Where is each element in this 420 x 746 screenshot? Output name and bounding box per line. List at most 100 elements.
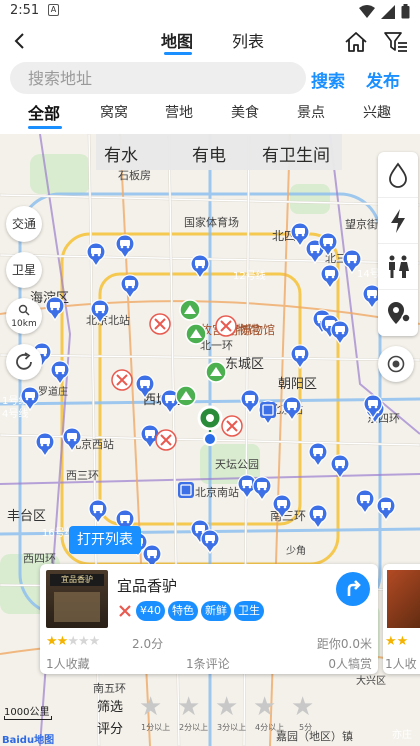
camp-marker[interactable] [190,254,210,280]
camp-marker[interactable] [330,320,350,346]
next-poi-card[interactable]: ★★ 1人收 [383,564,420,674]
tab-list[interactable]: 列表 [232,28,264,52]
camp-marker[interactable] [252,476,272,502]
food-marker[interactable] [155,429,177,451]
electric-filter-button[interactable] [378,198,418,244]
camp-marker[interactable] [240,389,260,415]
locate-icon [387,355,405,373]
clock: 2:51 [10,3,40,18]
top-nav: 地图 列表 [0,24,420,60]
camp-marker[interactable] [376,496,396,522]
search-input[interactable] [10,62,306,94]
tab-map[interactable]: 地图 [161,28,193,52]
food-marker[interactable] [215,315,237,337]
zoom-scale-label: 10km [11,319,37,329]
rating-star-5-label: 5分 [299,723,313,732]
campsite-marker[interactable] [185,323,207,345]
food-marker[interactable] [149,313,171,335]
publish-button[interactable]: 发布 [366,67,400,92]
toilet-filter-button[interactable] [378,244,418,290]
camp-marker[interactable] [50,360,70,386]
rating-star-2[interactable]: ★ [177,692,200,722]
locate-me-button[interactable] [378,346,414,382]
camp-marker[interactable] [120,274,140,300]
category-wowo[interactable]: 窝窝 [100,102,128,122]
map-scale-bar [4,716,52,720]
rating-star-1-label: 1分以上 [141,723,171,732]
campsite-marker[interactable] [205,361,227,383]
home-icon[interactable] [342,28,370,56]
water-filter-button[interactable] [378,152,418,198]
poi-comment-count: 1条评论 [186,657,230,671]
poi-rating-stars: ★★★★★ [46,634,100,649]
fresh-tag: 新鲜 [201,601,231,621]
poi-tags: ¥40 特色 新鲜 卫生 [117,601,264,621]
navigate-button[interactable] [336,572,370,606]
rating-star: ★ [67,634,79,649]
rating-filter-label: 筛选 [97,700,124,715]
rating-star-4[interactable]: ★ [253,692,276,722]
search-row: 搜索 发布 [0,62,420,94]
toilet-icon [389,255,409,278]
map-label: 石板房 [118,168,151,182]
camp-marker[interactable] [88,499,108,525]
camp-marker[interactable] [86,242,106,268]
wifi-icon [359,4,375,18]
baidu-logo: Baidu地图 [2,735,55,746]
rating-star: ★ [46,634,58,649]
back-arrow-icon[interactable] [6,27,34,55]
poi-collect-count: 1人收藏 [46,657,90,671]
next-poi-thumbnail [387,570,420,628]
category-interest[interactable]: 兴趣 [363,102,391,122]
battery-icon [401,4,410,19]
satellite-toggle[interactable]: 卫星 [6,252,42,288]
category-scenic[interactable]: 景点 [297,102,325,122]
campsite-marker[interactable] [175,385,197,407]
camp-marker[interactable] [45,296,65,322]
camp-marker[interactable] [308,442,328,468]
amenity-toilet[interactable]: 有卫生间 [262,141,330,166]
open-list-button[interactable]: 打开列表 [69,526,141,554]
rating-star-2-label: 2分以上 [179,723,209,732]
camp-marker[interactable] [320,264,340,290]
map-label: 望京街 [345,217,378,231]
rating-star-3[interactable]: ★ [215,692,238,722]
camp-marker[interactable] [282,396,302,422]
search-button[interactable]: 搜索 [311,67,345,92]
campsite-marker[interactable] [179,299,201,321]
rating-star: ★ [56,634,69,649]
notification-icon: A [48,4,59,16]
camp-marker[interactable] [308,504,328,530]
camp-marker[interactable] [35,432,55,458]
amenity-chip-bar: 有水 有电 有卫生间 [96,134,342,170]
category-all[interactable]: 全部 [28,100,60,124]
camp-marker[interactable] [200,529,220,555]
map-label: 大兴区 [356,674,386,687]
camp-marker[interactable] [330,454,350,480]
amenity-electric[interactable]: 有电 [192,141,226,166]
rating-star-5[interactable]: ★ [291,692,314,722]
subway-station-icon [178,482,194,498]
zoom-scale-button[interactable]: 10km [6,298,42,334]
camp-marker[interactable] [290,344,310,370]
filter-icon[interactable] [382,28,410,56]
food-marker[interactable] [221,415,243,437]
traffic-toggle[interactable]: 交通 [6,206,42,242]
poi-score: 2.0分 [132,637,164,651]
amenity-water[interactable]: 有水 [104,141,138,166]
user-location-marker [197,405,223,446]
camp-marker[interactable] [355,489,375,515]
category-food[interactable]: 美食 [231,102,259,122]
map-label: 罗道庄 [38,385,68,398]
poi-sign: 宜品香驴 [50,574,104,586]
rating-star: ★ [77,634,90,649]
camp-marker[interactable] [115,234,135,260]
poi-reward-count: 0人犒赏 [328,657,372,671]
poi-thumbnail: 宜品香驴 [46,570,108,628]
location-filter-button[interactable] [378,290,418,336]
poi-card[interactable]: 宜品香驴 宜品香驴 ¥40 特色 新鲜 卫生 ★★★★★ 2.0分 距你0.0米… [40,564,378,674]
food-marker[interactable] [111,369,133,391]
category-camp[interactable]: 营地 [165,102,193,122]
rating-star-1[interactable]: ★ [139,692,162,722]
refresh-button[interactable] [6,344,42,380]
